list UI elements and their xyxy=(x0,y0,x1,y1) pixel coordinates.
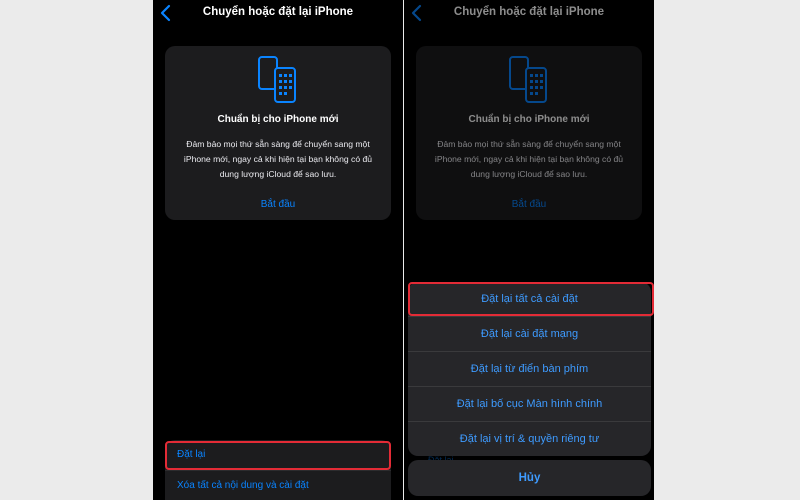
reset-highlight-box xyxy=(165,441,391,470)
reset-network-settings-option[interactable]: Đặt lại cài đặt mạng xyxy=(408,317,651,352)
card-description: Đảm bảo mọi thứ sẵn sàng để chuyển sang … xyxy=(183,139,373,179)
get-started-link[interactable]: Bắt đầu xyxy=(165,199,391,210)
prepare-card: Chuẩn bị cho iPhone mới Đảm bảo mọi thứ … xyxy=(165,46,391,220)
nav-title: Chuyển hoặc đặt lại iPhone xyxy=(202,6,354,18)
card-title: Chuẩn bị cho iPhone mới xyxy=(217,114,339,125)
cancel-button[interactable]: Hủy xyxy=(408,460,651,496)
reset-keyboard-dictionary-option[interactable]: Đặt lại từ điển bàn phím xyxy=(408,352,651,387)
right-phone-screen: Chuyển hoặc đặt lại iPhone Chuẩn bị cho … xyxy=(404,0,654,500)
erase-all-item[interactable]: Xóa tất cả nội dung và cài đặt xyxy=(165,471,391,500)
reset-location-privacy-option[interactable]: Đặt lại vị trí & quyền riêng tư xyxy=(408,422,651,456)
reset-home-screen-layout-option[interactable]: Đặt lại bố cục Màn hình chính xyxy=(408,387,651,422)
reset-all-highlight-box xyxy=(408,282,654,316)
left-phone-screen: Chuyển hoặc đặt lại iPhone Chuẩn bị cho … xyxy=(153,0,403,500)
phones-transfer-icon xyxy=(258,56,296,103)
